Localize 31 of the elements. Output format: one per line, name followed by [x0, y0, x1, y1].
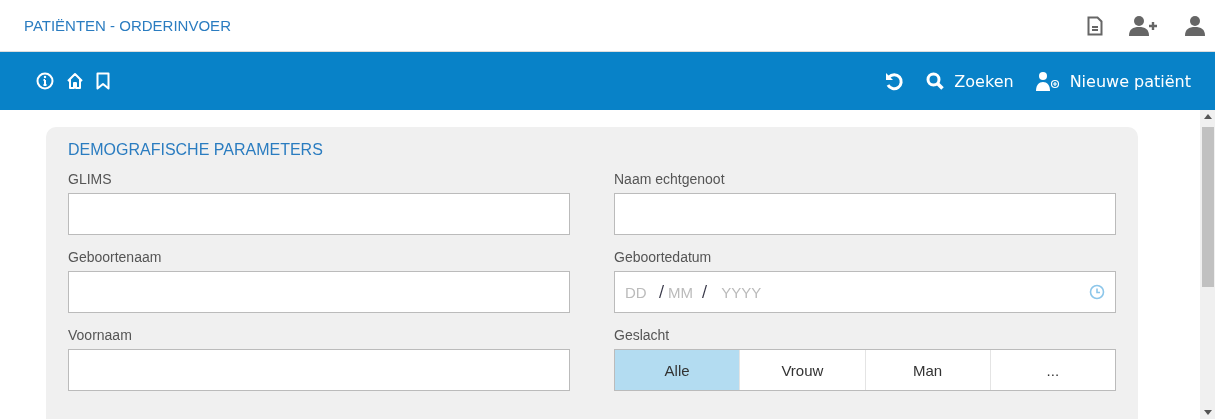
- section-title: DEMOGRAFISCHE PARAMETERS: [68, 141, 324, 159]
- add-user-icon[interactable]: [1129, 15, 1159, 36]
- search-button[interactable]: Zoeken: [926, 71, 1014, 91]
- new-patient-button[interactable]: Nieuwe patiënt: [1035, 71, 1191, 91]
- field-label: Geboortenaam: [68, 249, 163, 265]
- scroll-up-icon[interactable]: [1203, 114, 1212, 119]
- user-icon[interactable]: [1185, 15, 1205, 36]
- input-field[interactable]: [614, 193, 1116, 235]
- undo-icon: [884, 71, 905, 91]
- input-field[interactable]: [68, 193, 570, 235]
- page-title: PATIËNTEN - ORDERINVOER: [24, 17, 231, 34]
- date-field[interactable]: DD / MM / YYYY: [614, 271, 1116, 313]
- doctor-add-icon: [1035, 71, 1060, 91]
- field-label: GLIMS: [68, 171, 113, 187]
- field-label: Voornaam: [68, 327, 133, 343]
- date-separator: /: [702, 283, 708, 301]
- reset-button[interactable]: [884, 71, 905, 91]
- home-icon[interactable]: [66, 72, 84, 90]
- scroll-down-icon[interactable]: [1203, 410, 1212, 415]
- bookmark-icon[interactable]: [96, 72, 110, 90]
- date-separator: /: [659, 283, 665, 301]
- document-icon[interactable]: [1087, 15, 1103, 36]
- gender-option[interactable]: Alle: [615, 350, 740, 390]
- search-icon: [926, 72, 945, 90]
- field-label: Naam echtgenoot: [614, 171, 726, 187]
- field-label: Geboortedatum: [614, 249, 713, 265]
- info-icon[interactable]: [36, 72, 54, 90]
- input-field[interactable]: [68, 349, 570, 391]
- input-field[interactable]: [68, 271, 570, 313]
- field-label: Geslacht: [614, 327, 671, 343]
- scrollbar-thumb[interactable]: [1201, 127, 1214, 287]
